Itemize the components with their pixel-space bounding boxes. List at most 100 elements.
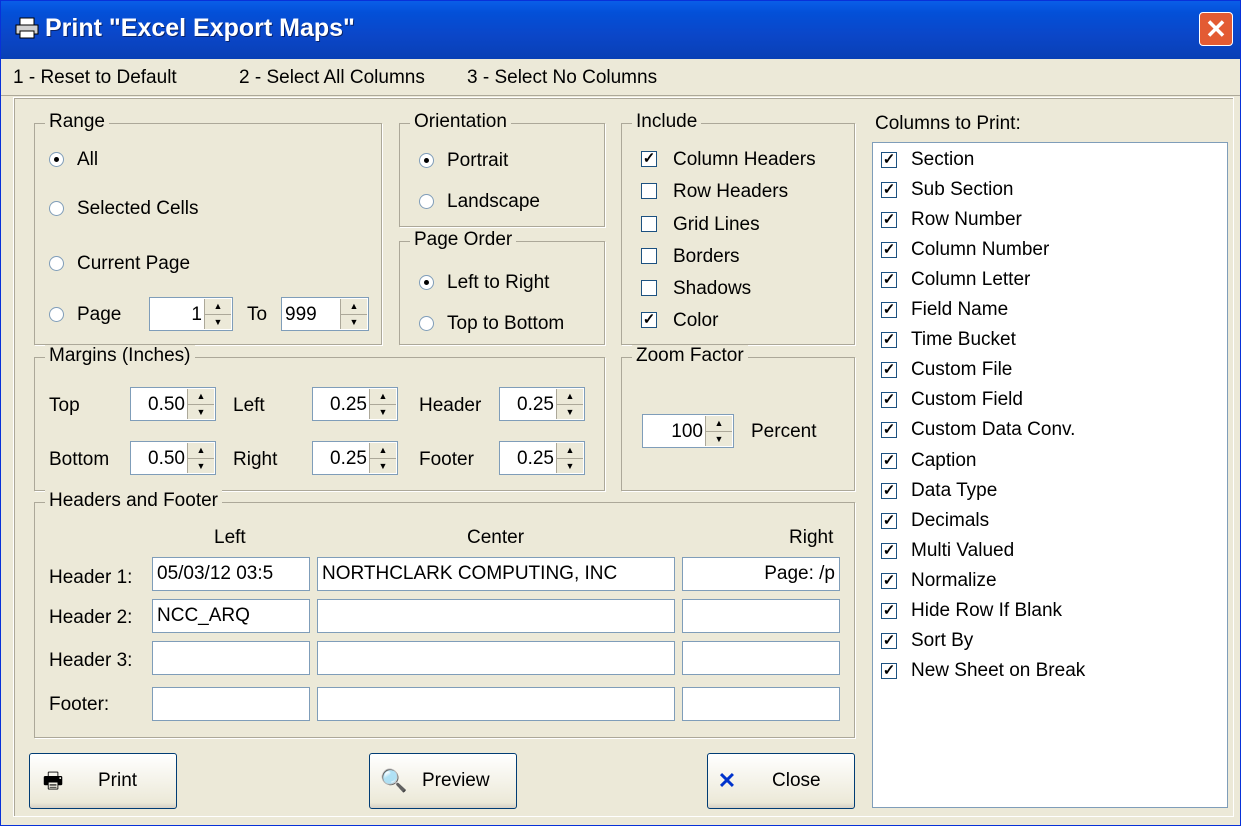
radio-icon bbox=[419, 194, 434, 209]
margin-header-value: 0.25 bbox=[517, 394, 554, 415]
preview-button[interactable]: 🔍 Preview bbox=[369, 753, 517, 809]
column-item-label: Section bbox=[911, 149, 975, 170]
margin-footer-label: Footer bbox=[419, 449, 474, 470]
title-bar[interactable]: Print "Excel Export Maps" ✕ bbox=[1, 1, 1240, 59]
margin-top-spinner[interactable]: 0.50 ▲ ▼ bbox=[130, 387, 216, 421]
checkbox-checked-icon: ✓ bbox=[881, 151, 897, 168]
header1-center-field[interactable]: NORTHCLARK COMPUTING, INC bbox=[317, 557, 675, 591]
page-to-label: To bbox=[247, 304, 268, 325]
header1-label: Header 1: bbox=[49, 567, 133, 588]
checkbox-checked-icon: ✓ bbox=[881, 662, 897, 679]
column-item-label: Column Letter bbox=[911, 269, 1031, 290]
column-item-label: Data Type bbox=[911, 480, 998, 501]
radio-icon bbox=[419, 316, 434, 331]
radio-selected-icon bbox=[49, 152, 64, 167]
column-item-label: Time Bucket bbox=[911, 329, 1016, 350]
checkbox-checked-icon: ✓ bbox=[881, 482, 897, 499]
checkbox-checked-icon: ✓ bbox=[881, 542, 897, 559]
radio-selected-icon bbox=[419, 275, 434, 290]
header-col-right: Right bbox=[789, 527, 834, 548]
checkbox-checked-icon: ✓ bbox=[881, 181, 897, 198]
close-button[interactable]: ✕ Close bbox=[707, 753, 855, 809]
spinner-arrows[interactable]: ▲ ▼ bbox=[556, 389, 583, 419]
page-order-top-bottom-label: Top to Bottom bbox=[447, 313, 565, 334]
header3-label: Header 3: bbox=[49, 650, 133, 671]
margins-legend: Margins (Inches) bbox=[45, 345, 195, 367]
margin-footer-spinner[interactable]: 0.25 ▲ ▼ bbox=[499, 441, 585, 475]
page-to-spinner[interactable]: 999 ▲ ▼ bbox=[281, 297, 369, 331]
checkbox-checked-icon: ✓ bbox=[641, 311, 657, 328]
include-borders-label: Borders bbox=[673, 246, 740, 267]
header2-left-field[interactable]: NCC_ARQ bbox=[152, 599, 310, 633]
margin-footer-value: 0.25 bbox=[517, 448, 554, 469]
margin-header-spinner[interactable]: 0.25 ▲ ▼ bbox=[499, 387, 585, 421]
checkbox-checked-icon: ✓ bbox=[881, 572, 897, 589]
column-item-label: Custom Data Conv. bbox=[911, 419, 1076, 440]
radio-icon bbox=[49, 201, 64, 216]
header-col-center: Center bbox=[467, 527, 525, 548]
include-row-headers-label: Row Headers bbox=[673, 181, 789, 202]
include-legend: Include bbox=[632, 111, 702, 133]
header3-left-field[interactable] bbox=[152, 641, 310, 675]
print-dialog: Print "Excel Export Maps" ✕ 1 - Reset to… bbox=[0, 0, 1241, 826]
spinner-arrows[interactable]: ▲ ▼ bbox=[556, 443, 583, 473]
range-legend: Range bbox=[45, 111, 109, 133]
checkbox-checked-icon: ✓ bbox=[641, 150, 657, 167]
footer-center-field[interactable] bbox=[317, 687, 675, 721]
margin-right-value: 0.25 bbox=[330, 448, 367, 469]
zoom-value: 100 bbox=[671, 421, 703, 442]
header1-right-field[interactable]: Page: /p bbox=[682, 557, 840, 591]
footer-left-field[interactable] bbox=[152, 687, 310, 721]
checkbox-checked-icon: ✓ bbox=[881, 391, 897, 408]
column-item-label: Custom File bbox=[911, 359, 1013, 380]
spinner-arrows[interactable]: ▲ ▼ bbox=[204, 299, 231, 329]
column-item-label: Column Number bbox=[911, 239, 1050, 260]
checkbox-checked-icon: ✓ bbox=[881, 452, 897, 469]
margin-right-label: Right bbox=[233, 449, 278, 470]
menu-select-no-columns[interactable]: 3 - Select No Columns bbox=[467, 67, 657, 89]
spinner-arrows[interactable]: ▲ ▼ bbox=[369, 389, 396, 419]
column-item-label: Sort By bbox=[911, 630, 974, 651]
radio-selected-icon bbox=[419, 153, 434, 168]
menu-select-all-columns[interactable]: 2 - Select All Columns bbox=[239, 67, 425, 89]
header3-center-field[interactable] bbox=[317, 641, 675, 675]
header2-label: Header 2: bbox=[49, 607, 133, 628]
header2-center-field[interactable] bbox=[317, 599, 675, 633]
spinner-arrows[interactable]: ▲ ▼ bbox=[369, 443, 396, 473]
margin-bottom-spinner[interactable]: 0.50 ▲ ▼ bbox=[130, 441, 216, 475]
spinner-arrows[interactable]: ▲ ▼ bbox=[187, 443, 214, 473]
printer-icon bbox=[15, 17, 39, 39]
zoom-spinner[interactable]: 100 ▲ ▼ bbox=[642, 414, 734, 448]
header-col-left: Left bbox=[214, 527, 246, 548]
footer-right-field[interactable] bbox=[682, 687, 840, 721]
header1-left-field[interactable]: 05/03/12 03:5 bbox=[152, 557, 310, 591]
page-from-spinner[interactable]: 1 ▲ ▼ bbox=[149, 297, 233, 331]
footer-label: Footer: bbox=[49, 694, 110, 715]
magnifier-page-icon: 🔍 bbox=[380, 768, 408, 793]
spinner-arrows[interactable]: ▲ ▼ bbox=[187, 389, 214, 419]
checkbox-checked-icon: ✓ bbox=[881, 301, 897, 318]
margin-bottom-value: 0.50 bbox=[148, 448, 185, 469]
margin-left-spinner[interactable]: 0.25 ▲ ▼ bbox=[312, 387, 398, 421]
orientation-portrait-label: Portrait bbox=[447, 150, 509, 171]
margin-right-spinner[interactable]: 0.25 ▲ ▼ bbox=[312, 441, 398, 475]
spinner-arrows[interactable]: ▲ ▼ bbox=[340, 299, 367, 329]
checkbox-icon bbox=[641, 248, 657, 264]
header3-right-field[interactable] bbox=[682, 641, 840, 675]
column-item-label: Decimals bbox=[911, 510, 990, 531]
checkbox-checked-icon: ✓ bbox=[881, 361, 897, 378]
column-item-label: New Sheet on Break bbox=[911, 660, 1086, 681]
range-page-label: Page bbox=[77, 304, 122, 325]
menu-reset-default[interactable]: 1 - Reset to Default bbox=[13, 67, 177, 89]
spinner-arrows[interactable]: ▲ ▼ bbox=[705, 416, 732, 446]
margin-header-label: Header bbox=[419, 395, 482, 416]
print-button[interactable]: 🖶 Print bbox=[29, 753, 177, 809]
checkbox-checked-icon: ✓ bbox=[881, 331, 897, 348]
page-order-left-right-label: Left to Right bbox=[447, 272, 550, 293]
column-item-label: Row Number bbox=[911, 209, 1022, 230]
window-close-button[interactable]: ✕ bbox=[1199, 12, 1233, 46]
header2-right-field[interactable] bbox=[682, 599, 840, 633]
range-all-label: All bbox=[77, 149, 99, 170]
columns-title: Columns to Print: bbox=[875, 113, 1021, 134]
columns-listbox[interactable]: ✓ Section ✓ Sub Section ✓ Row Number ✓ Colum… bbox=[872, 142, 1228, 808]
